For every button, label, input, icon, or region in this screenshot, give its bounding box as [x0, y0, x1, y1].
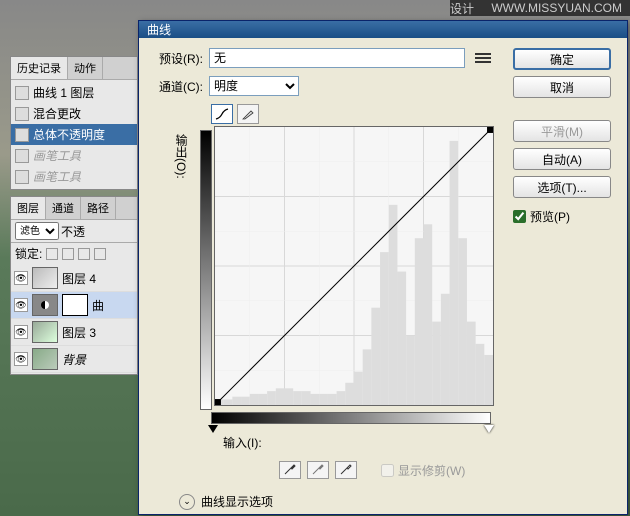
- lock-pixels-icon[interactable]: [62, 248, 74, 260]
- history-state-icon: [15, 107, 29, 121]
- preset-label: 预设(R):: [149, 50, 203, 67]
- watermark-url: WWW.MISSYUAN.COM: [491, 1, 622, 15]
- lock-position-icon[interactable]: [78, 248, 90, 260]
- white-point-slider[interactable]: [484, 425, 494, 433]
- visibility-icon[interactable]: 👁: [14, 325, 28, 339]
- visibility-icon[interactable]: 👁: [14, 352, 28, 366]
- eyedropper-white-icon[interactable]: [335, 461, 357, 479]
- tab-actions[interactable]: 动作: [68, 57, 103, 79]
- eyedropper-gray-icon[interactable]: [307, 461, 329, 479]
- channel-label: 通道(C):: [149, 78, 203, 95]
- pencil-tool-icon[interactable]: [237, 104, 259, 124]
- history-state-icon: [15, 128, 29, 142]
- layer-row[interactable]: 👁曲: [11, 292, 137, 319]
- lock-label: 锁定:: [15, 245, 42, 262]
- tab-history[interactable]: 历史记录: [11, 57, 68, 79]
- visibility-icon[interactable]: 👁: [14, 298, 28, 312]
- eyedropper-black-icon[interactable]: [279, 461, 301, 479]
- smooth-button: 平滑(M): [513, 120, 611, 142]
- layers-panel: 图层 通道 路径 滤色 不透 锁定: 👁图层 4👁曲👁图层 3👁背景: [10, 196, 138, 375]
- curve-graph[interactable]: [214, 126, 494, 406]
- channel-select[interactable]: 明度: [209, 76, 299, 96]
- output-axis-label: 输出(O):: [149, 126, 194, 410]
- options-button[interactable]: 选项(T)...: [513, 176, 611, 198]
- input-axis-label: 输入(I):: [223, 436, 262, 450]
- vertical-gradient: [200, 130, 212, 410]
- history-state-icon: [15, 86, 29, 100]
- curve-display-options-label[interactable]: 曲线显示选项: [201, 493, 273, 510]
- adjustment-thumb: [32, 294, 58, 316]
- preview-checkbox[interactable]: 预览(P): [513, 208, 611, 225]
- history-item[interactable]: 总体不透明度: [11, 124, 137, 145]
- visibility-icon[interactable]: 👁: [14, 271, 28, 285]
- history-state-icon: [15, 170, 29, 184]
- watermark-bar: 思缘设计论坛 WWW.MISSYUAN.COM: [450, 0, 630, 16]
- tab-layers[interactable]: 图层: [11, 197, 46, 219]
- layer-row[interactable]: 👁背景: [11, 346, 137, 373]
- preset-menu-icon[interactable]: [475, 50, 491, 66]
- curve-tool-icon[interactable]: [211, 104, 233, 124]
- mask-thumb: [62, 294, 88, 316]
- layer-thumb: [32, 348, 58, 370]
- layer-row[interactable]: 👁图层 3: [11, 319, 137, 346]
- history-state-icon: [15, 149, 29, 163]
- auto-button[interactable]: 自动(A): [513, 148, 611, 170]
- cancel-button[interactable]: 取消: [513, 76, 611, 98]
- expand-icon[interactable]: ⌄: [179, 494, 195, 510]
- black-point-slider[interactable]: [208, 425, 218, 433]
- tab-channels[interactable]: 通道: [46, 197, 81, 219]
- history-item[interactable]: 曲线 1 图层: [11, 82, 137, 103]
- lock-all-icon[interactable]: [94, 248, 106, 260]
- dialog-title: 曲线: [147, 21, 171, 38]
- history-item[interactable]: 画笔工具: [11, 145, 137, 166]
- ok-button[interactable]: 确定: [513, 48, 611, 70]
- history-item[interactable]: 画笔工具: [11, 166, 137, 187]
- preset-select[interactable]: 无: [209, 48, 465, 68]
- layer-thumb: [32, 321, 58, 343]
- opacity-label: 不透: [61, 223, 85, 240]
- layer-row[interactable]: 👁图层 4: [11, 265, 137, 292]
- dialog-titlebar[interactable]: 曲线: [139, 21, 627, 38]
- blend-mode-select[interactable]: 滤色: [15, 222, 59, 240]
- curves-dialog: 曲线 预设(R): 无 通道(C): 明度 输出(O):: [138, 20, 628, 515]
- show-clipping-checkbox[interactable]: 显示修剪(W): [381, 462, 465, 479]
- tab-paths[interactable]: 路径: [81, 197, 116, 219]
- lock-transparency-icon[interactable]: [46, 248, 58, 260]
- layer-thumb: [32, 267, 58, 289]
- history-item[interactable]: 混合更改: [11, 103, 137, 124]
- history-panel: 历史记录 动作 曲线 1 图层混合更改总体不透明度画笔工具画笔工具: [10, 56, 138, 190]
- horizontal-gradient[interactable]: [211, 412, 491, 424]
